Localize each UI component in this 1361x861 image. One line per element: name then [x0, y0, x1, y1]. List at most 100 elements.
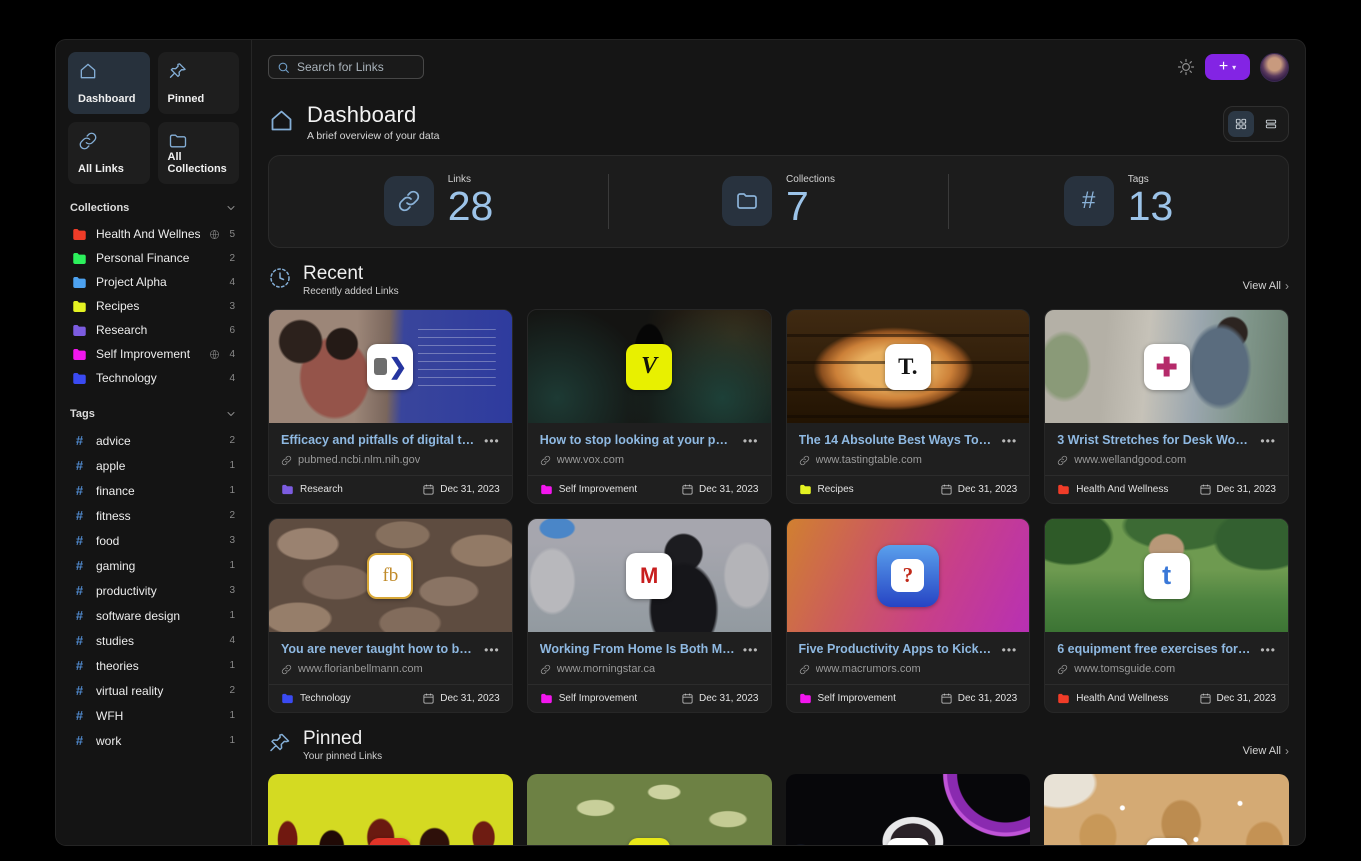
link-title[interactable]: Five Productivity Apps to Kick-Start the…	[799, 642, 994, 656]
folder-icon	[540, 693, 553, 704]
tag-count: 1	[229, 610, 235, 621]
link-card-morningstar[interactable]: M Working From Home Is Both More and L..…	[527, 518, 772, 713]
collection-item-health-and-wellness[interactable]: Health And Wellness 5	[68, 222, 239, 246]
collection-item-personal-finance[interactable]: Personal Finance 2	[68, 246, 239, 270]
tag-item-fitness[interactable]: #fitness2	[68, 503, 239, 528]
add-new-button[interactable]: + ▾	[1205, 54, 1250, 80]
collection-count: 4	[229, 277, 235, 288]
card-collection: Recipes	[818, 484, 854, 495]
collection-item-technology[interactable]: Technology 4	[68, 366, 239, 390]
collection-item-self-improvement[interactable]: Self Improvement 4	[68, 342, 239, 366]
link-title[interactable]: 6 equipment free exercises for sculpting…	[1057, 642, 1252, 656]
folder-icon	[1057, 693, 1070, 704]
home-icon	[268, 107, 295, 134]
tags-section-header[interactable]: Tags	[70, 408, 237, 420]
pinned-card-4[interactable]	[1044, 774, 1289, 845]
link-card-tastingtable[interactable]: T. The 14 Absolute Best Ways To Elevate …	[786, 309, 1031, 504]
pinned-card-1[interactable]	[268, 774, 513, 845]
clock-icon	[268, 266, 292, 290]
card-menu-button[interactable]: •••	[484, 642, 500, 656]
folder-icon	[281, 693, 294, 704]
search-input[interactable]: Search for Links	[268, 55, 424, 79]
theme-toggle-button[interactable]	[1177, 58, 1195, 76]
grid-view-button[interactable]	[1228, 111, 1254, 137]
card-menu-button[interactable]: •••	[1260, 433, 1276, 447]
hash-icon: #	[72, 733, 87, 748]
avatar[interactable]	[1260, 53, 1289, 82]
tag-item-studies[interactable]: #studies4	[68, 628, 239, 653]
calendar-icon	[681, 483, 694, 496]
link-icon	[78, 131, 98, 151]
hash-icon: #	[72, 633, 87, 648]
card-date: Dec 31, 2023	[699, 484, 759, 495]
sidebar-item-dashboard[interactable]: Dashboard	[68, 52, 150, 114]
hash-icon: #	[72, 483, 87, 498]
pinned-card-2[interactable]	[527, 774, 772, 845]
link-card-vox[interactable]: V How to stop looking at your phone - Vo…	[527, 309, 772, 504]
card-menu-button[interactable]: •••	[743, 433, 759, 447]
collection-item-research[interactable]: Research 6	[68, 318, 239, 342]
stat-collections: Collections 7	[609, 174, 948, 228]
tag-count: 2	[229, 685, 235, 696]
collections-section-header[interactable]: Collections	[70, 202, 237, 214]
link-card-wellandgood[interactable]: ✚ 3 Wrist Stretches for Desk Workers to …	[1044, 309, 1289, 504]
tag-item-apple[interactable]: #apple1	[68, 453, 239, 478]
link-url: www.wellandgood.com	[1074, 454, 1186, 466]
link-title[interactable]: Working From Home Is Both More and L...	[540, 642, 735, 656]
pinned-section-header: Pinned Your pinned Links View All›	[268, 728, 1289, 762]
tag-item-finance[interactable]: #finance1	[68, 478, 239, 503]
link-title[interactable]: 3 Wrist Stretches for Desk Workers to D.…	[1057, 433, 1252, 447]
card-collection: Self Improvement	[559, 484, 637, 495]
recent-view-all-link[interactable]: View All›	[1243, 279, 1289, 297]
card-menu-button[interactable]: •••	[743, 642, 759, 656]
tag-count: 1	[229, 460, 235, 471]
collection-item-recipes[interactable]: Recipes 3	[68, 294, 239, 318]
link-title[interactable]: You are never taught how to build qualit…	[281, 642, 476, 656]
pinned-card-3[interactable]	[786, 774, 1031, 845]
link-title[interactable]: How to stop looking at your phone - Vox	[540, 433, 735, 447]
sidebar-item-all-links[interactable]: All Links	[68, 122, 150, 184]
link-preview-image: V	[528, 310, 771, 423]
tag-count: 1	[229, 735, 235, 746]
tag-item-advice[interactable]: #advice2	[68, 428, 239, 453]
link-card-macrumors[interactable]: ? Five Productivity Apps to Kick-Start t…	[786, 518, 1031, 713]
link-card-pubmed[interactable]: ❯ Efficacy and pitfalls of digital techn…	[268, 309, 513, 504]
tag-item-work[interactable]: #work1	[68, 728, 239, 753]
chevron-down-icon	[225, 202, 237, 214]
card-menu-button[interactable]: •••	[1002, 433, 1018, 447]
tag-count: 1	[229, 560, 235, 571]
card-collection: Health And Wellness	[1076, 484, 1168, 495]
tags-header-label: Tags	[70, 408, 95, 420]
list-view-button[interactable]	[1258, 111, 1284, 137]
link-title[interactable]: Efficacy and pitfalls of digital technol…	[281, 433, 476, 447]
tag-item-wfh[interactable]: #WFH1	[68, 703, 239, 728]
card-menu-button[interactable]: •••	[484, 433, 500, 447]
list-icon	[1264, 117, 1278, 131]
collection-item-project-alpha[interactable]: Project Alpha 4	[68, 270, 239, 294]
calendar-icon	[422, 483, 435, 496]
card-date: Dec 31, 2023	[1217, 693, 1277, 704]
card-collection: Self Improvement	[559, 693, 637, 704]
link-card-florianbellmann[interactable]: fb You are never taught how to build qua…	[268, 518, 513, 713]
link-preview-image: M	[528, 519, 771, 632]
sidebar-item-pinned[interactable]: Pinned	[158, 52, 240, 114]
card-menu-button[interactable]: •••	[1260, 642, 1276, 656]
tag-item-theories[interactable]: #theories1	[68, 653, 239, 678]
hash-icon: #	[72, 558, 87, 573]
folder-icon	[799, 484, 812, 495]
folder-icon	[168, 131, 188, 151]
globe-icon	[209, 229, 220, 240]
tag-item-food[interactable]: #food3	[68, 528, 239, 553]
vox-logo-icon: V	[626, 344, 672, 390]
folder-icon	[72, 300, 87, 313]
sidebar-item-all-collections[interactable]: All Collections	[158, 122, 240, 184]
tag-item-software-design[interactable]: #software design1	[68, 603, 239, 628]
link-card-tomsguide[interactable]: t 6 equipment free exercises for sculpti…	[1044, 518, 1289, 713]
link-title[interactable]: The 14 Absolute Best Ways To Elevate Fr.…	[799, 433, 994, 447]
tag-item-gaming[interactable]: #gaming1	[68, 553, 239, 578]
pinned-view-all-link[interactable]: View All›	[1243, 744, 1289, 762]
tag-item-productivity[interactable]: #productivity3	[68, 578, 239, 603]
tag-item-virtual-reality[interactable]: #virtual reality2	[68, 678, 239, 703]
card-menu-button[interactable]: •••	[1002, 642, 1018, 656]
link-url: pubmed.ncbi.nlm.nih.gov	[298, 454, 420, 466]
